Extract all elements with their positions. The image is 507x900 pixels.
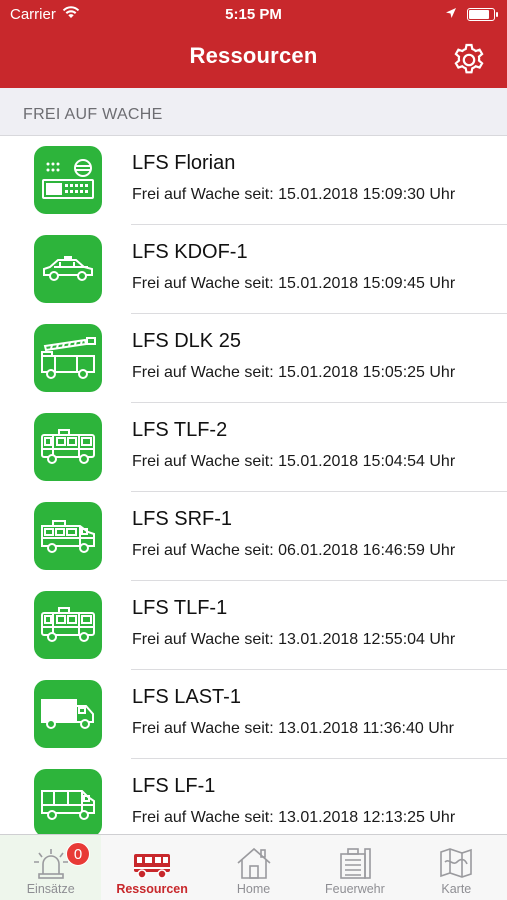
resource-status: Frei auf Wache seit: 06.01.2018 16:46:59… — [132, 542, 456, 559]
tab-einsaetze[interactable]: 0 Einsätze — [0, 835, 102, 900]
resource-status: Frei auf Wache seit: 13.01.2018 12:13:25… — [132, 809, 456, 826]
section-title: FREI AUF WACHE — [23, 106, 163, 123]
house-icon — [236, 847, 271, 879]
resource-status: Frei auf Wache seit: 15.01.2018 15:05:25… — [132, 364, 456, 381]
resource-status: Frei auf Wache seit: 15.01.2018 15:09:30… — [132, 186, 456, 203]
fire-engine-icon — [34, 769, 102, 834]
resource-status: Frei auf Wache seit: 13.01.2018 11:36:40… — [132, 720, 454, 737]
list-item[interactable]: LFS TLF-1 Frei auf Wache seit: 13.01.201… — [0, 581, 507, 670]
status-bar: Carrier 5:15 PM — [0, 0, 507, 30]
location-arrow-icon — [445, 6, 457, 23]
tab-feuerwehr[interactable]: Feuerwehr — [304, 835, 405, 900]
command-car-icon — [34, 235, 102, 303]
resource-name: LFS SRF-1 — [132, 508, 233, 530]
header: Carrier 5:15 PM Ressourcen — [0, 0, 507, 88]
siren-icon — [33, 849, 68, 879]
list-item[interactable]: LFS DLK 25 Frei auf Wache seit: 15.01.20… — [0, 314, 507, 403]
resource-name: LFS TLF-2 — [132, 419, 228, 441]
map-icon — [440, 848, 473, 878]
ladder-truck-icon — [34, 324, 102, 392]
resource-name: LFS DLK 25 — [132, 330, 241, 352]
tab-bar: 0 Einsätze Ressourcen Home Feuerwehr Kar… — [0, 834, 507, 900]
tab-label: Feuerwehr — [325, 882, 385, 896]
tab-label: Einsätze — [26, 882, 75, 896]
resource-name: LFS LF-1 — [132, 775, 216, 797]
page-title: Ressourcen — [189, 43, 318, 68]
settings-button[interactable] — [449, 40, 489, 80]
tab-label: Karte — [441, 882, 472, 896]
clock: 5:15 PM — [225, 6, 282, 23]
fire-truck-icon — [34, 591, 102, 659]
list-item[interactable]: LFS SRF-1 Frei auf Wache seit: 06.01.201… — [0, 492, 507, 581]
navigation-bar: Ressourcen — [0, 30, 507, 88]
cargo-truck-icon — [34, 680, 102, 748]
fire-truck-icon — [34, 413, 102, 481]
resource-name: LFS KDOF-1 — [132, 241, 248, 263]
resource-status: Frei auf Wache seit: 15.01.2018 15:09:45… — [132, 275, 456, 292]
list-item[interactable]: LFS LAST-1 Frei auf Wache seit: 13.01.20… — [0, 670, 507, 759]
list-item[interactable]: LFS KDOF-1 Frei auf Wache seit: 15.01.20… — [0, 225, 507, 314]
tab-label: Ressourcen — [116, 882, 188, 896]
notification-badge: 0 — [66, 842, 90, 866]
list-item[interactable]: LFS Florian Frei auf Wache seit: 15.01.2… — [0, 136, 507, 225]
resource-name: LFS Florian — [132, 152, 236, 174]
list-item[interactable]: LFS LF-1 Frei auf Wache seit: 13.01.2018… — [0, 759, 507, 834]
resource-list[interactable]: LFS Florian Frei auf Wache seit: 15.01.2… — [0, 136, 507, 834]
resource-name: LFS TLF-1 — [132, 597, 228, 619]
rescue-truck-icon — [34, 502, 102, 570]
list-item[interactable]: LFS TLF-2 Frei auf Wache seit: 15.01.201… — [0, 403, 507, 492]
section-header: FREI AUF WACHE — [0, 88, 507, 136]
resource-status: Frei auf Wache seit: 15.01.2018 15:04:54… — [132, 453, 456, 470]
fire-truck-icon — [134, 854, 171, 879]
battery-icon — [467, 8, 498, 21]
resource-name: LFS LAST-1 — [132, 686, 241, 708]
tab-label: Home — [236, 882, 271, 896]
radio-station-icon — [34, 146, 102, 214]
resource-status: Frei auf Wache seit: 13.01.2018 12:55:04… — [132, 631, 456, 648]
tab-karte[interactable]: Karte — [406, 835, 507, 900]
gear-icon — [454, 43, 484, 74]
tab-ressourcen[interactable]: Ressourcen — [101, 835, 202, 900]
fire-station-icon — [340, 848, 371, 879]
tab-home[interactable]: Home — [203, 835, 304, 900]
